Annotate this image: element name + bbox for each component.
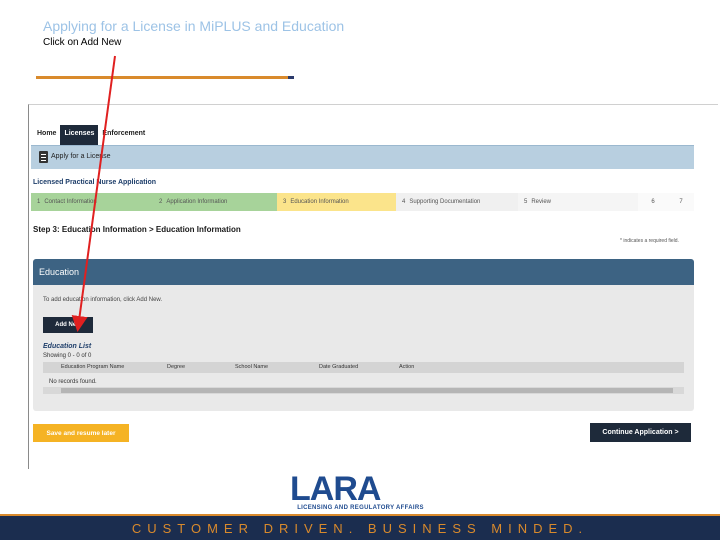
education-instructions: To add education information, click Add … [43,297,163,303]
progress-steps: 1 Contact Information 2 Application Info… [31,193,694,211]
application-title: Licensed Practical Nurse Application [33,179,157,186]
empty-table-message: No records found. [49,379,97,385]
lara-logo: LARA LICENSING AND REGULATORY AFFAIRS [288,470,433,514]
education-panel-title: Education [39,267,80,277]
title-underline-end [288,76,294,79]
step-number-6: 6 [651,199,655,205]
title-underline [36,76,291,79]
horizontal-scrollbar[interactable] [43,387,684,394]
slide-subtitle: Click on Add New [43,37,122,48]
application-screenshot: Home Licenses Enforcement Apply for a Li… [28,104,718,469]
nav-home[interactable]: Home [33,125,60,145]
step-application[interactable]: 2 Application Information [153,193,277,211]
logo-text: LARA [290,470,381,508]
step-label: Review [531,198,552,205]
step-number: 2 [159,199,163,205]
slide: Applying for a License in MiPLUS and Edu… [0,0,720,540]
column-header[interactable]: School Name [235,364,268,370]
column-header: Action [399,364,415,370]
add-new-button[interactable]: Add New [43,317,93,333]
column-header[interactable]: Education Program Name [61,364,124,370]
banner-label: Apply for a License [51,153,111,160]
step-supporting-docs[interactable]: 4 Supporting Documentation [396,193,518,211]
step-number-7: 7 [679,199,683,205]
column-header[interactable]: Degree [167,364,185,370]
column-header[interactable]: Date Graduated [319,364,358,370]
save-resume-later-button[interactable]: Save and resume later [33,424,129,442]
required-field-note: * indicates a required field. [620,238,679,244]
step-contact[interactable]: 1 Contact Information [31,193,153,211]
step-heading: Step 3: Education Information > Educatio… [33,225,241,234]
step-number: 4 [402,199,406,205]
education-list-title: Education List [43,343,92,350]
step-label: Education Information [290,198,349,205]
page-banner: Apply for a License [31,145,694,169]
step-number: 1 [37,199,41,205]
education-panel-header: Education [33,259,694,285]
step-label: Application Information [166,198,228,205]
slide-title: Applying for a License in MiPLUS and Edu… [43,18,345,34]
table-header: Education Program Name Degree School Nam… [43,362,684,373]
clipboard-icon [39,151,48,163]
nav-licenses[interactable]: Licenses [60,125,99,145]
step-education[interactable]: 3 Education Information [277,193,396,211]
continue-application-button[interactable]: Continue Application > [590,423,691,442]
step-number: 5 [524,199,528,205]
top-nav: Home Licenses Enforcement [33,125,149,145]
logo-subtext: LICENSING AND REGULATORY AFFAIRS [297,505,424,511]
record-count: Showing 0 - 0 of 0 [43,353,92,359]
nav-enforcement[interactable]: Enforcement [98,125,149,145]
step-label: Contact Information [44,198,97,205]
footer-tagline: CUSTOMER DRIVEN. BUSINESS MINDED. [131,521,589,536]
step-label: Supporting Documentation [409,198,481,205]
education-panel: Education To add education information, … [33,259,694,411]
scrollbar-thumb[interactable] [61,388,673,393]
step-number: 3 [283,199,287,205]
step-review[interactable]: 5 Review [518,193,638,211]
footer-bar: CUSTOMER DRIVEN. BUSINESS MINDED. [0,514,720,540]
step-remaining[interactable]: 6 7 [638,193,694,211]
